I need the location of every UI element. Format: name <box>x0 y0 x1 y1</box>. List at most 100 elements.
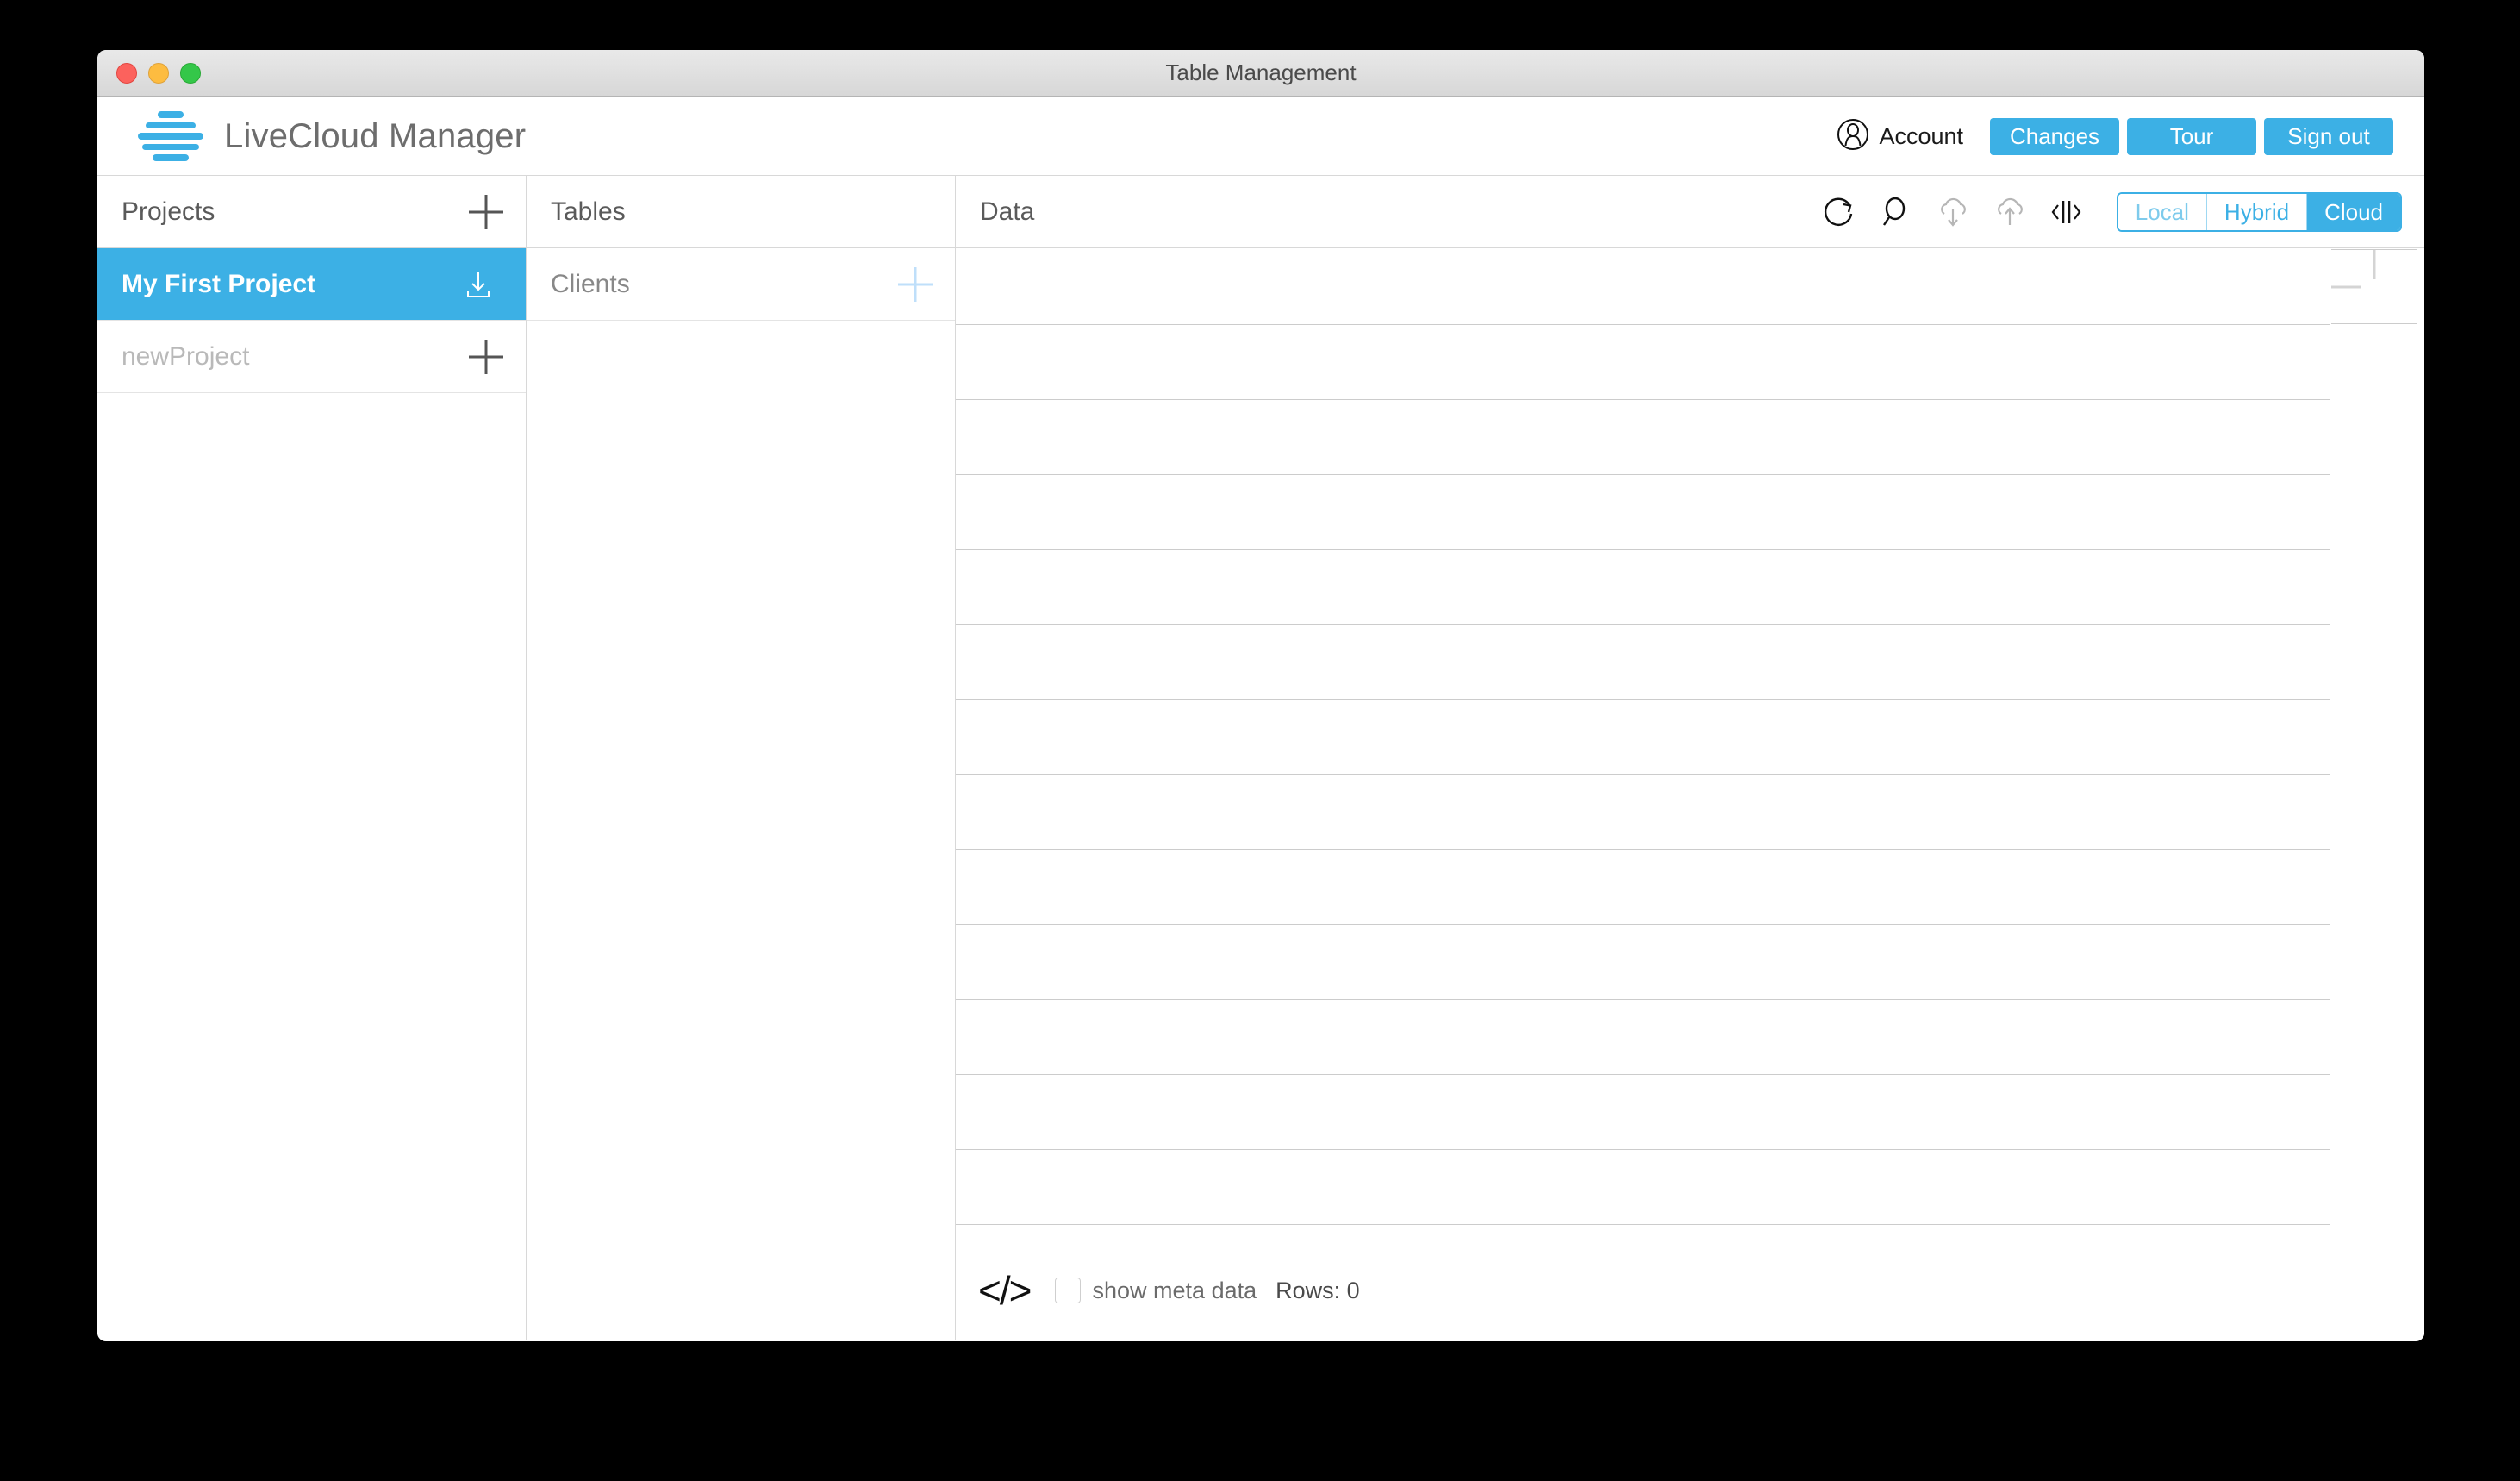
grid-cell[interactable] <box>1644 1075 1987 1149</box>
cloud-upload-icon[interactable] <box>1991 193 2029 231</box>
grid-cell[interactable] <box>1301 325 1644 399</box>
grid-cell[interactable] <box>956 925 1301 999</box>
account-area[interactable]: Account <box>1836 117 1963 156</box>
table-row[interactable] <box>956 549 2330 624</box>
add-table-plus-icon[interactable] <box>898 267 933 302</box>
table-row[interactable] <box>956 924 2330 999</box>
tour-button[interactable]: Tour <box>2127 117 2256 155</box>
plus-icon <box>2360 272 2389 302</box>
cloud-download-icon[interactable] <box>1934 193 1972 231</box>
table-row[interactable] <box>956 249 2330 324</box>
grid-cell[interactable] <box>956 1000 1301 1074</box>
data-footer: </> show meta data Rows: 0 <box>956 1240 2424 1340</box>
grid-cell[interactable] <box>1644 1150 1987 1224</box>
segment-cloud[interactable]: Cloud <box>2307 194 2400 230</box>
add-project-plus-icon[interactable] <box>469 195 503 229</box>
table-row[interactable] <box>956 474 2330 549</box>
table-row[interactable] <box>956 1149 2330 1224</box>
grid-cell[interactable] <box>956 1150 1301 1224</box>
grid-cell[interactable] <box>1644 625 1987 699</box>
data-toolbar: Local Hybrid Cloud <box>1820 176 2402 248</box>
table-row-clients[interactable]: Clients <box>527 248 955 321</box>
grid-cell[interactable] <box>1301 1075 1644 1149</box>
segment-local[interactable]: Local <box>2118 194 2207 230</box>
grid-cell[interactable] <box>1301 550 1644 624</box>
table-row[interactable] <box>956 699 2330 774</box>
app-body: Projects My First Project newProject Tab… <box>97 176 2424 1340</box>
window-title: Table Management <box>1165 59 1357 85</box>
changes-button[interactable]: Changes <box>1990 117 2119 155</box>
grid-cell[interactable] <box>1987 625 2330 699</box>
grid-cell[interactable] <box>1644 850 1987 924</box>
grid-cell[interactable] <box>956 700 1301 774</box>
show-meta-data-group: show meta data Rows: 0 <box>1054 1278 1360 1304</box>
segment-hybrid[interactable]: Hybrid <box>2206 194 2308 230</box>
grid-cell[interactable] <box>956 400 1301 474</box>
grid-cell[interactable] <box>1987 550 2330 624</box>
grid-cell[interactable] <box>1644 775 1987 849</box>
brand-area: LiveCloud Manager <box>136 97 526 176</box>
project-label: newProject <box>122 341 250 371</box>
table-row[interactable] <box>956 849 2330 924</box>
grid-cell[interactable] <box>956 1075 1301 1149</box>
app-window: Table Management LiveCloud Manager Accou… <box>97 50 2424 1341</box>
grid-cell[interactable] <box>1644 249 1987 324</box>
table-row[interactable] <box>956 1074 2330 1149</box>
grid-cell[interactable] <box>1644 325 1987 399</box>
grid-cell[interactable] <box>1987 925 2330 999</box>
table-row[interactable] <box>956 624 2330 699</box>
refresh-icon[interactable] <box>1820 193 1858 231</box>
grid-cell[interactable] <box>1987 775 2330 849</box>
project-row-new-project[interactable]: newProject <box>97 321 526 393</box>
grid-cell[interactable] <box>1987 325 2330 399</box>
show-meta-data-checkbox[interactable] <box>1054 1278 1081 1303</box>
grid-cell[interactable] <box>956 625 1301 699</box>
table-row[interactable] <box>956 399 2330 474</box>
table-row[interactable] <box>956 324 2330 399</box>
code-brackets-icon[interactable]: </> <box>978 1267 1032 1314</box>
grid-cell[interactable] <box>1301 1150 1644 1224</box>
grid-cell[interactable] <box>1987 1000 2330 1074</box>
grid-cell[interactable] <box>1987 1075 2330 1149</box>
projects-title: Projects <box>122 197 215 226</box>
grid-cell[interactable] <box>956 475 1301 549</box>
grid-cell[interactable] <box>1301 925 1644 999</box>
grid-cell[interactable] <box>1301 249 1644 324</box>
add-new-project-plus-icon[interactable] <box>469 340 503 374</box>
grid-cell[interactable] <box>1301 475 1644 549</box>
grid-cell[interactable] <box>1644 475 1987 549</box>
download-icon[interactable] <box>464 269 493 300</box>
grid-cell[interactable] <box>1987 850 2330 924</box>
grid-cell[interactable] <box>1301 625 1644 699</box>
grid-cell[interactable] <box>1987 700 2330 774</box>
grid-cell[interactable] <box>1301 775 1644 849</box>
storage-mode-segmented-control[interactable]: Local Hybrid Cloud <box>2116 192 2402 232</box>
grid-cell[interactable] <box>1301 400 1644 474</box>
table-row[interactable] <box>956 999 2330 1074</box>
grid-cell[interactable] <box>956 550 1301 624</box>
grid-cell[interactable] <box>1644 700 1987 774</box>
grid-cell[interactable] <box>1301 850 1644 924</box>
grid-cell[interactable] <box>1301 700 1644 774</box>
tables-title: Tables <box>551 197 626 226</box>
grid-cell[interactable] <box>1301 1000 1644 1074</box>
grid-cell[interactable] <box>956 325 1301 399</box>
grid-cell[interactable] <box>1644 400 1987 474</box>
grid-cell[interactable] <box>1987 249 2330 324</box>
data-grid[interactable] <box>956 249 2330 1225</box>
grid-cell[interactable] <box>956 775 1301 849</box>
project-row-my-first-project[interactable]: My First Project <box>97 248 526 321</box>
sign-out-button[interactable]: Sign out <box>2264 117 2393 155</box>
add-column-button[interactable] <box>2331 249 2417 324</box>
grid-cell[interactable] <box>1987 1150 2330 1224</box>
grid-cell[interactable] <box>956 249 1301 324</box>
grid-cell[interactable] <box>1644 1000 1987 1074</box>
grid-cell[interactable] <box>1987 400 2330 474</box>
split-pane-icon[interactable] <box>2048 193 2086 231</box>
grid-cell[interactable] <box>1644 925 1987 999</box>
grid-cell[interactable] <box>956 850 1301 924</box>
table-row[interactable] <box>956 774 2330 849</box>
grid-cell[interactable] <box>1987 475 2330 549</box>
search-icon[interactable] <box>1877 193 1915 231</box>
grid-cell[interactable] <box>1644 550 1987 624</box>
